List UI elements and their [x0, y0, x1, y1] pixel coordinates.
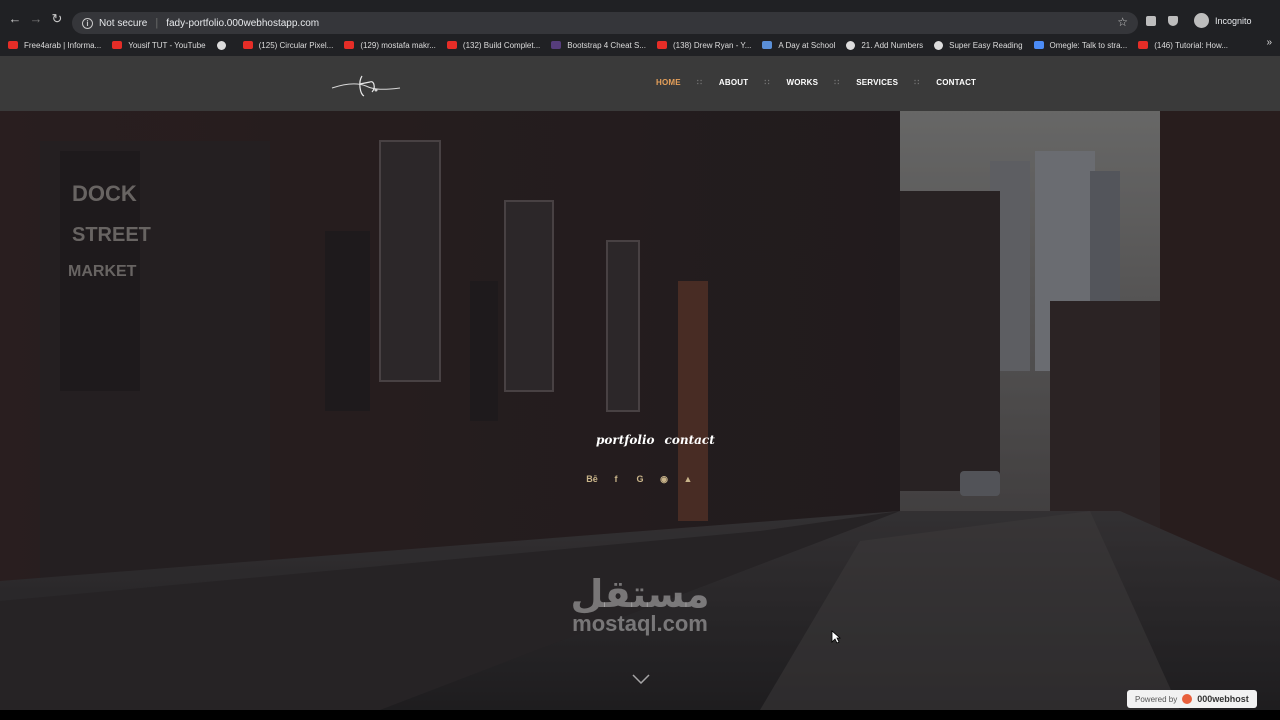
globe-icon [216, 40, 226, 50]
bookmark-item[interactable]: (129) mostafa makr... [344, 41, 436, 50]
bookmark-star-icon[interactable]: ☆ [1117, 15, 1128, 29]
scroll-down-icon[interactable] [632, 674, 650, 684]
h-icon [551, 41, 562, 49]
bookmark-label: Omegle: Talk to stra... [1049, 40, 1128, 50]
nav-about[interactable]: ABOUT [719, 78, 748, 87]
security-label[interactable]: Not secure [99, 18, 147, 29]
portfolio-link[interactable]: portfolio [596, 433, 655, 447]
nav-separator: ∷ [696, 78, 703, 87]
bookmark-item[interactable]: 21. Add Numbers [846, 40, 924, 50]
bookmark-item[interactable]: Bootstrap 4 Cheat S... [551, 41, 646, 50]
social-links: Bē f G ◉ ▲ [586, 474, 694, 485]
url-text[interactable]: fady-portfolio.000webhostapp.com [166, 18, 319, 29]
powered-by-brand: 000webhost [1197, 694, 1249, 704]
nav-contact[interactable]: CONTACT [936, 78, 976, 87]
bookmark-item[interactable]: (146) Tutorial: How... [1138, 41, 1228, 50]
mostaql-watermark: مستقل mostaql.com [560, 575, 720, 635]
powered-by-prefix: Powered by [1135, 694, 1178, 704]
bookmark-item[interactable]: (138) Drew Ryan - Y... [657, 41, 751, 50]
forward-button[interactable]: → [29, 12, 43, 26]
logo-icon[interactable] [330, 68, 402, 102]
address-separator: | [155, 17, 159, 29]
bookmark-item[interactable]: (125) Circular Pixel... [242, 40, 334, 50]
nav-home[interactable]: HOME [656, 78, 681, 87]
main-nav: HOME ∷ ABOUT ∷ WORKS ∷ SERVICES ∷ CONTAC… [656, 78, 976, 87]
bookmark-label: A Day at School [778, 40, 836, 50]
incognito-label: Incognito [1215, 15, 1252, 26]
reload-button[interactable]: ↻ [50, 12, 64, 26]
address-bar[interactable]: i Not secure | fady-portfolio.000webhost… [72, 12, 1138, 34]
bookmark-item[interactable]: Free4arab | Informa... [8, 41, 101, 50]
shield-extension-icon[interactable] [1168, 16, 1178, 26]
bookmark-item[interactable]: Omegle: Talk to stra... [1033, 40, 1128, 50]
user-icon[interactable]: ▲ [682, 474, 694, 485]
nav-works[interactable]: WORKS [786, 78, 818, 87]
incognito-icon [1194, 13, 1209, 28]
nav-services[interactable]: SERVICES [856, 78, 898, 87]
bookmark-item[interactable]: Yousif TUT - YouTube [112, 40, 206, 50]
bookmark-label: Super Easy Reading [949, 40, 1023, 50]
behance-icon[interactable]: Bē [586, 474, 598, 485]
bookmark-label: (132) Build Complet... [462, 40, 541, 50]
incognito-indicator[interactable]: Incognito [1194, 13, 1252, 28]
bookmark-label: (129) mostafa makr... [360, 40, 436, 50]
hero-links: portfolio contact [596, 433, 715, 447]
youtube-icon [344, 41, 355, 49]
bookmark-label: Free4arab | Informa... [24, 40, 102, 50]
bookmark-label: 21. Add Numbers [861, 40, 924, 50]
google-icon[interactable]: G [634, 474, 646, 485]
image-icon [762, 41, 773, 49]
browser-toolbar: ← → ↻ i Not secure | fady-portfolio.000w… [0, 0, 1280, 34]
omegle-icon [1033, 41, 1044, 49]
watermark-arabic: مستقل [570, 572, 710, 616]
youtube-icon [1138, 41, 1149, 49]
info-icon[interactable]: i [82, 17, 93, 29]
powered-by-badge[interactable]: Powered by 000webhost [1127, 690, 1257, 708]
youtube-icon [242, 41, 253, 49]
bookmarks-bar: Free4arab | Informa... Yousif TUT - YouTu… [0, 34, 1280, 56]
watermark-latin: mostaql.com [572, 611, 708, 636]
bookmark-item[interactable]: A Day at School [762, 41, 835, 50]
globe-icon [846, 40, 856, 50]
bookmark-label: (125) Circular Pixel... [258, 40, 334, 50]
globe-icon [934, 40, 944, 50]
youtube-icon [112, 41, 123, 49]
youtube-icon [446, 41, 457, 49]
extension-icon[interactable] [1146, 16, 1156, 26]
contact-link[interactable]: contact [665, 433, 715, 447]
bookmark-item[interactable] [216, 40, 232, 50]
bookmark-label: (146) Tutorial: How... [1154, 40, 1229, 50]
mouse-cursor-icon [831, 630, 841, 644]
nav-separator: ∷ [914, 78, 921, 87]
bookmark-item[interactable]: (132) Build Complet... [446, 40, 541, 50]
bookmark-label: Bootstrap 4 Cheat S... [567, 40, 646, 50]
nav-separator: ∷ [834, 78, 841, 87]
bookmarks-more-button[interactable]: » [1266, 37, 1272, 48]
facebook-icon[interactable]: f [610, 474, 622, 485]
youtube-icon [657, 41, 667, 49]
000webhost-icon [1182, 694, 1193, 704]
bookmark-label: Yousif TUT - YouTube [128, 40, 206, 50]
site-header: HOME ∷ ABOUT ∷ WORKS ∷ SERVICES ∷ CONTAC… [0, 56, 1280, 111]
youtube-icon [8, 41, 18, 49]
back-button[interactable]: ← [8, 12, 22, 26]
bookmark-item[interactable]: Super Easy Reading [934, 40, 1023, 50]
nav-separator: ∷ [764, 78, 771, 87]
bookmark-label: (138) Drew Ryan - Y... [673, 40, 752, 50]
github-icon[interactable]: ◉ [658, 474, 670, 485]
